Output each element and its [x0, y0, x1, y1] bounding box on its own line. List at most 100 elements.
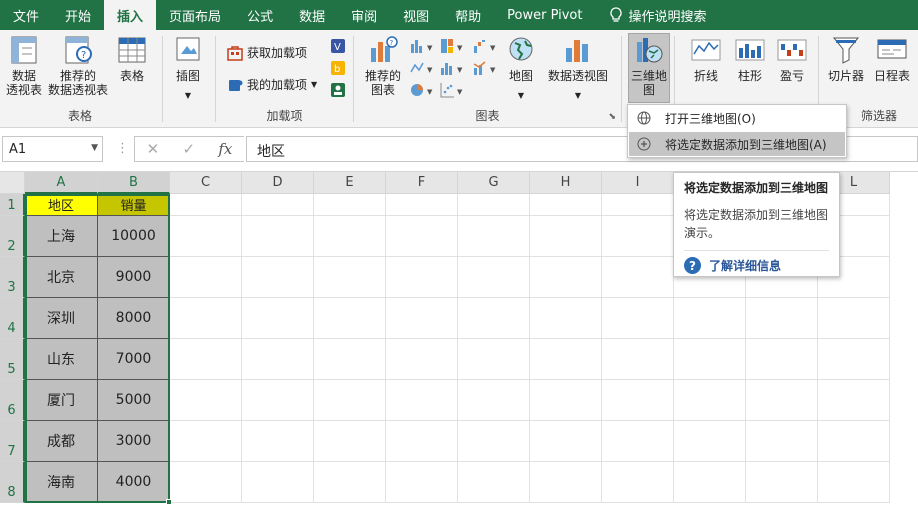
- tab-view[interactable]: 视图: [390, 0, 442, 30]
- bing-icon[interactable]: b: [330, 60, 346, 76]
- grid-cell[interactable]: [602, 216, 674, 257]
- sales-cell[interactable]: 10000: [98, 216, 170, 257]
- row-header[interactable]: 5: [0, 339, 25, 380]
- slicer-button[interactable]: 切片器: [828, 34, 864, 83]
- learn-more-link[interactable]: ? 了解详细信息: [684, 257, 829, 274]
- waterfall-chart-icon[interactable]: ▼: [473, 38, 499, 54]
- grid-cell[interactable]: [818, 421, 890, 462]
- tab-data[interactable]: 数据: [286, 0, 338, 30]
- grid-cell[interactable]: [746, 339, 818, 380]
- grid-cell[interactable]: [170, 339, 242, 380]
- fill-handle[interactable]: [166, 499, 172, 505]
- row-header[interactable]: 6: [0, 380, 25, 421]
- region-cell[interactable]: 厦门: [25, 380, 98, 421]
- illustrations-button[interactable]: 插图 ▼: [172, 34, 204, 103]
- grid-cell[interactable]: [674, 339, 746, 380]
- sales-cell[interactable]: 7000: [98, 339, 170, 380]
- sparkline-column-button[interactable]: 柱形: [734, 34, 766, 83]
- tell-me-search[interactable]: 操作说明搜索: [596, 0, 720, 30]
- sparkline-line-button[interactable]: 折线: [690, 34, 722, 83]
- sparkline-win-loss-button[interactable]: 盈亏: [776, 34, 808, 83]
- open-3d-map-item[interactable]: 打开三维地图(O): [629, 106, 845, 130]
- sales-cell[interactable]: 8000: [98, 298, 170, 339]
- grid-cell[interactable]: [314, 380, 386, 421]
- grid-cell[interactable]: [674, 380, 746, 421]
- region-cell[interactable]: 上海: [25, 216, 98, 257]
- grid-cell[interactable]: [386, 462, 458, 503]
- tab-home[interactable]: 开始: [52, 0, 104, 30]
- scatter-chart-icon[interactable]: ▼: [440, 82, 466, 98]
- grid-cell[interactable]: [458, 339, 530, 380]
- pie-chart-icon[interactable]: ▼: [410, 82, 436, 98]
- grid-cell[interactable]: [530, 339, 602, 380]
- tab-help[interactable]: 帮助: [442, 0, 494, 30]
- grid-cell[interactable]: [530, 298, 602, 339]
- grid-cell[interactable]: [602, 462, 674, 503]
- grid-cell[interactable]: [530, 462, 602, 503]
- maps-button[interactable]: 地图 ▼: [505, 34, 537, 103]
- grid-cell[interactable]: [458, 421, 530, 462]
- tab-page-layout[interactable]: 页面布局: [156, 0, 234, 30]
- region-cell[interactable]: 深圳: [25, 298, 98, 339]
- grid-cell[interactable]: [386, 339, 458, 380]
- grid-cell[interactable]: [314, 194, 386, 216]
- grid-cell[interactable]: [530, 257, 602, 298]
- statistic-chart-icon[interactable]: ▼: [440, 60, 466, 76]
- grid-cell[interactable]: [170, 462, 242, 503]
- grid-cell[interactable]: [170, 421, 242, 462]
- grid-cell[interactable]: [386, 257, 458, 298]
- grid-cell[interactable]: [242, 339, 314, 380]
- region-cell[interactable]: 山东: [25, 339, 98, 380]
- hierarchy-chart-icon[interactable]: ▼: [440, 38, 466, 54]
- line-chart-icon[interactable]: ▼: [410, 60, 436, 76]
- grid-cell[interactable]: [314, 462, 386, 503]
- add-to-3d-map-item[interactable]: 将选定数据添加到三维地图(A): [629, 132, 845, 156]
- row-header[interactable]: 8: [0, 462, 25, 503]
- grid-cell[interactable]: [674, 421, 746, 462]
- grid-cell[interactable]: [314, 298, 386, 339]
- dialog-launcher-icon[interactable]: ⬊: [608, 112, 616, 122]
- region-cell[interactable]: 成都: [25, 421, 98, 462]
- tab-review[interactable]: 审阅: [338, 0, 390, 30]
- grid-cell[interactable]: [242, 194, 314, 216]
- name-box[interactable]: A1 ▼: [2, 136, 103, 162]
- grid-cell[interactable]: [818, 339, 890, 380]
- grid-cell[interactable]: [602, 298, 674, 339]
- row-header[interactable]: 2: [0, 216, 25, 257]
- grid-cell[interactable]: [386, 380, 458, 421]
- grid-cell[interactable]: [170, 216, 242, 257]
- grid-cell[interactable]: [242, 216, 314, 257]
- grid-cell[interactable]: [458, 194, 530, 216]
- table-header-cell[interactable]: 地区: [25, 194, 98, 216]
- grid-cell[interactable]: [242, 257, 314, 298]
- grid-cell[interactable]: [602, 339, 674, 380]
- grid-cell[interactable]: [314, 421, 386, 462]
- map-3d-button[interactable]: 三维地 图: [628, 33, 670, 103]
- grid-cell[interactable]: [458, 216, 530, 257]
- grid-cell[interactable]: [386, 216, 458, 257]
- grid-cell[interactable]: [314, 216, 386, 257]
- grid-cell[interactable]: [242, 462, 314, 503]
- sales-cell[interactable]: 5000: [98, 380, 170, 421]
- grid-cell[interactable]: [602, 421, 674, 462]
- grid-cell[interactable]: [242, 421, 314, 462]
- recommended-charts-button[interactable]: ? 推荐的 图表: [365, 34, 401, 97]
- table-button[interactable]: 表格: [116, 34, 148, 83]
- combo-chart-icon[interactable]: ▼: [473, 60, 499, 76]
- grid-cell[interactable]: [458, 257, 530, 298]
- grid-cell[interactable]: [746, 380, 818, 421]
- grid-cell[interactable]: [314, 339, 386, 380]
- region-cell[interactable]: 北京: [25, 257, 98, 298]
- grid-cell[interactable]: [170, 298, 242, 339]
- grid-cell[interactable]: [242, 380, 314, 421]
- grid-cell[interactable]: [242, 298, 314, 339]
- grid-cell[interactable]: [458, 380, 530, 421]
- grid-cell[interactable]: [314, 257, 386, 298]
- column-chart-icon[interactable]: ▼: [410, 38, 436, 54]
- insert-function-icon[interactable]: fx: [218, 140, 232, 158]
- tab-formulas[interactable]: 公式: [234, 0, 286, 30]
- sales-cell[interactable]: 4000: [98, 462, 170, 503]
- grid-cell[interactable]: [746, 298, 818, 339]
- tab-power-pivot[interactable]: Power Pivot: [494, 0, 595, 30]
- tab-file[interactable]: 文件: [0, 0, 52, 30]
